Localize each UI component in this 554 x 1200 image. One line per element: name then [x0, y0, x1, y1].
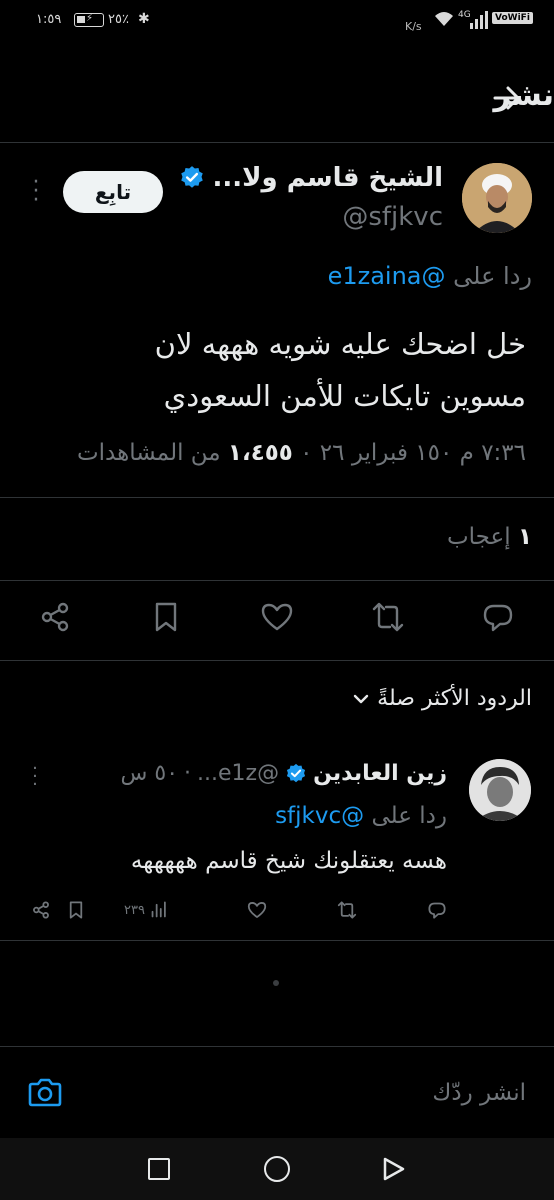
- reply-to-mention[interactable]: @e1zaina: [328, 262, 446, 290]
- reply-reply-to-prefix: ردا على: [371, 803, 447, 829]
- tweet-meta: ٧:٣٦ م ١٥٠ فبراير ٢٦ ٠ ١،٤٥٥ من المشاهدا…: [77, 440, 526, 466]
- verified-badge-icon: [287, 763, 306, 782]
- chevron-down-icon: [353, 694, 369, 703]
- bookmark-icon[interactable]: [149, 600, 183, 634]
- author-name-row[interactable]: الشيخ قاسم ولا...: [179, 163, 443, 193]
- views-count: ١،٤٥٥: [227, 440, 293, 466]
- reply-author-name[interactable]: زين العابدين: [313, 761, 447, 786]
- arrow-right-icon: [493, 86, 520, 110]
- loading-indicator: [273, 980, 279, 986]
- status-bar: ١:٥٩ ⚡ ٢٥٪ ✱ K/s 4G VoWiFi: [0, 0, 554, 44]
- home-button[interactable]: [264, 1156, 290, 1182]
- follow-button[interactable]: تابِع: [63, 171, 163, 213]
- reply-to-line: ردا على @e1zaina: [328, 262, 532, 290]
- reply-share-icon[interactable]: [31, 900, 51, 920]
- header-divider: [0, 142, 554, 143]
- reply-divider: [0, 940, 554, 941]
- camera-icon[interactable]: [28, 1076, 62, 1108]
- composer-divider: [0, 1046, 554, 1047]
- bluetooth-icon: ✱: [138, 11, 150, 27]
- share-icon[interactable]: [38, 600, 72, 634]
- tweet-text: خل اضحك عليه شويه هههه لان مسوين تايكات …: [6, 318, 526, 422]
- reply-reply-icon[interactable]: [427, 900, 447, 920]
- reply-header-row[interactable]: زين العابدين @e1z... · ٥٠ س: [121, 761, 447, 786]
- more-options-icon[interactable]: · · ·: [30, 172, 42, 212]
- reply-like-icon[interactable]: [247, 900, 267, 920]
- reply-icon[interactable]: [481, 600, 515, 634]
- signal-icon: [470, 11, 488, 29]
- like-icon[interactable]: [260, 600, 294, 634]
- reply-author-avatar[interactable]: [469, 759, 531, 821]
- reply-time-ago: ٥٠ س: [120, 761, 179, 786]
- meta-divider: [0, 497, 554, 498]
- recent-apps-button[interactable]: [148, 1158, 170, 1180]
- network-speed: K/s: [405, 20, 422, 33]
- reply-more-options-icon[interactable]: · · ·: [30, 760, 40, 794]
- tweet-text-line: خل اضحك عليه شويه هههه لان: [154, 327, 526, 361]
- reply-views-count: ٢٣٩: [124, 902, 145, 918]
- replies-sort-label: الردود الأكثر صلةً: [377, 686, 532, 711]
- likes-label: إعجاب: [447, 524, 511, 550]
- reply-text: هسه يعتقلونك شيخ قاسم هههههه: [130, 848, 447, 874]
- network-type: 4G: [458, 10, 471, 20]
- reply-time-separator: ·: [184, 761, 192, 786]
- tweet-text-line: مسوين تايكات للأمن السعودي: [163, 379, 526, 413]
- author-handle[interactable]: @sfjkvc: [342, 202, 443, 232]
- likes-divider: [0, 580, 554, 581]
- actions-divider: [0, 660, 554, 661]
- verified-badge-icon: [180, 166, 203, 188]
- back-nav-button[interactable]: [382, 1156, 406, 1182]
- reply-to-prefix: ردا على: [453, 262, 532, 290]
- views-label: من المشاهدات: [77, 440, 221, 466]
- author-avatar[interactable]: [462, 163, 532, 233]
- likes-count: ١: [517, 524, 532, 550]
- retweet-icon[interactable]: [371, 600, 405, 634]
- views-chart-icon: [151, 901, 166, 918]
- battery-icon: ⚡: [74, 13, 104, 27]
- back-button[interactable]: [485, 76, 529, 120]
- wifi-icon: [435, 12, 453, 26]
- reply-views[interactable]: ٢٣٩: [124, 900, 169, 920]
- author-avatar-image: [462, 163, 532, 233]
- author-name[interactable]: الشيخ قاسم ولا...: [213, 163, 443, 193]
- likes-row[interactable]: ١ إعجاب: [447, 524, 532, 550]
- reply-composer-input[interactable]: انشر ردّك: [432, 1080, 526, 1106]
- battery-percent: ٢٥٪: [108, 12, 129, 27]
- reply-retweet-icon[interactable]: [337, 900, 357, 920]
- tweet-timestamp: ٧:٣٦ م ١٥٠ فبراير ٢٦ ٠: [300, 440, 526, 466]
- reply-reply-to-line: ردا على @sfjkvc: [275, 803, 447, 829]
- reply-bookmark-icon[interactable]: [66, 900, 86, 920]
- reply-author-avatar-image: [469, 759, 531, 821]
- vowifi-badge: VoWiFi: [492, 12, 533, 24]
- reply-reply-to-mention[interactable]: @sfjkvc: [275, 803, 364, 829]
- reply-author-handle[interactable]: @e1z...: [197, 761, 279, 786]
- status-time: ١:٥٩: [36, 12, 62, 27]
- replies-sort-dropdown[interactable]: الردود الأكثر صلةً: [351, 686, 532, 711]
